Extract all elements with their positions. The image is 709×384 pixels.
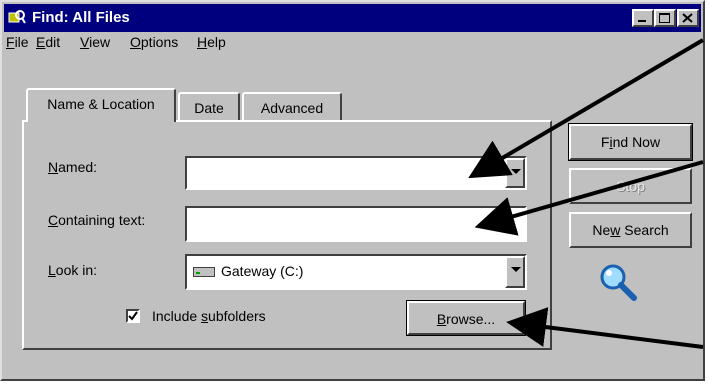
annotation-arrows [468,38,705,349]
arrow-to-browse [506,307,704,349]
arrow-to-named [468,38,705,179]
arrow-to-containing-text [474,160,704,236]
tab-name-location[interactable]: Name & Location [26,88,176,122]
